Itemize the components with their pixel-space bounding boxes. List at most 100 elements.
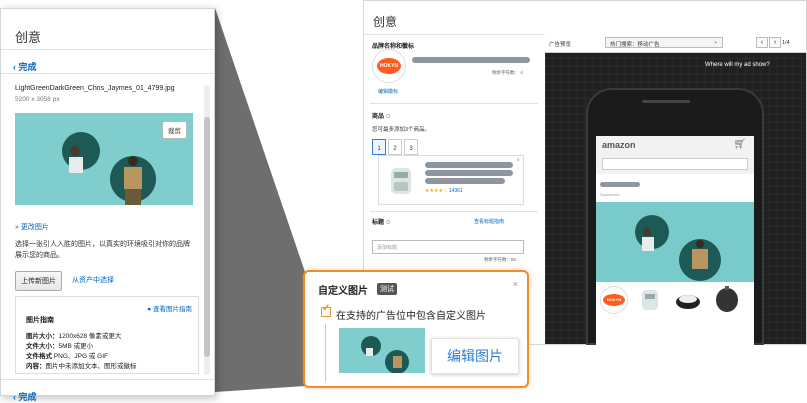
pressure-cooker-icon — [716, 286, 738, 312]
panel-title: 创意 — [15, 30, 42, 45]
star-rating: ★★★★☆ 14361 — [425, 188, 463, 194]
close-icon[interactable]: × — [516, 158, 520, 164]
brand-logo-text: HOKYN — [377, 58, 401, 74]
done-label: 完成 — [18, 62, 37, 72]
preview-label: 广告预览 — [549, 42, 572, 48]
change-image-link[interactable]: » 更改图片 — [15, 222, 49, 232]
prev-button[interactable]: ‹ — [756, 37, 768, 48]
lifestyle-photo — [339, 328, 425, 373]
edit-logo-link[interactable]: 编辑徽标 — [378, 88, 398, 95]
callout-title: 自定义图片 — [318, 286, 368, 297]
page-indicator: 1/4 — [782, 40, 790, 46]
guideline-value: 图片中未添加文本、图形或徽标 — [45, 363, 137, 370]
headline-section-label: 标题 ⊙ — [372, 217, 391, 226]
guideline-key: 图片大小： — [26, 333, 59, 340]
product-tab-1[interactable]: 1 — [372, 139, 386, 155]
guideline-row: 内容：图片中未添加文本、图形或徽标 — [26, 360, 137, 370]
guidelines-title: 图片指南 — [26, 317, 54, 324]
crop-button[interactable]: 裁剪 — [162, 121, 187, 139]
phone-speaker — [642, 100, 690, 103]
file-name: LightGreenDarkGreen_Chris_Jaymes_01_4799… — [15, 85, 175, 92]
cart-icon: 🛒︎ — [733, 139, 746, 150]
product-title-bar — [425, 162, 513, 168]
guidelines-link-label: 查看图片指南 — [153, 306, 192, 313]
char-count: 剩余字符数： 4 — [492, 70, 523, 75]
divider — [1, 49, 214, 50]
divider — [370, 211, 538, 212]
image-description: 选择一张引人入胜的图片，以真实的环境吸引对你的品牌展示您的商品。 — [15, 241, 190, 259]
guideline-key: 内容： — [26, 363, 46, 370]
product-title-bar — [425, 178, 505, 184]
placement-select[interactable]: 热门搜索：移动广告 ⌄ — [605, 37, 723, 48]
product-section-label: 商品 ⊙ — [372, 111, 391, 120]
product-label: 商品 — [372, 114, 385, 120]
chevron-down-icon: ⌄ — [713, 39, 718, 45]
product-image — [383, 160, 419, 200]
guidelines-link[interactable]: ● 查看图片指南 — [147, 303, 192, 313]
product-card: ★★★★☆ 14361 × — [378, 155, 524, 205]
phone-screen: amazon 🛒︎ Sponsored HOKYN — [596, 136, 754, 345]
indent-line — [325, 324, 326, 382]
info-icon: ● — [147, 306, 152, 313]
brand-name-field[interactable] — [412, 57, 530, 63]
ad-custom-image — [596, 202, 754, 282]
char-count-label: 剩余字符数： — [492, 70, 519, 75]
product-title-bar — [425, 170, 513, 176]
guideline-row: 图片大小：1200x628 像素或更大 — [26, 330, 121, 340]
rating-count: 14361 — [448, 188, 463, 194]
left-image-panel: 创意 ‹ 完成 LightGreenDarkGreen_Chris_Jaymes… — [0, 8, 215, 402]
next-button[interactable]: › — [769, 37, 781, 48]
where-ad-shows-link[interactable]: Where will my ad show? — [705, 62, 770, 68]
edit-image-button[interactable]: 编辑图片 — [431, 338, 519, 374]
guideline-value: 5MB 或更小 — [58, 343, 94, 350]
upload-button[interactable]: 上传新图片 — [15, 271, 62, 291]
guideline-key: 文件格式 — [26, 353, 52, 360]
change-image-label: 更改图片 — [20, 224, 49, 231]
image-dimensions: 5200 x 3058 px — [15, 96, 60, 103]
close-icon[interactable]: × — [513, 279, 518, 289]
guideline-row: 文件大小：5MB 或更小 — [26, 340, 93, 350]
brand-name-bar — [600, 182, 640, 187]
checkmark-icon: ✓ — [322, 303, 331, 314]
guideline-row: 文件格式 PNG、JPG 或 GIF — [26, 350, 108, 360]
amazon-header: amazon 🛒︎ — [596, 136, 754, 174]
checkbox-label: 在支持的广告位中包含自定义图片 — [336, 311, 486, 322]
air-fryer-icon — [642, 290, 658, 310]
done-label: 完成 — [18, 392, 37, 402]
divider — [370, 103, 538, 104]
scrollbar-thumb[interactable] — [204, 117, 210, 357]
image-guidelines-box: ● 查看图片指南 图片指南 图片大小：1200x628 像素或更大 文件大小：5… — [15, 296, 199, 374]
info-icon: ⊙ — [385, 114, 391, 120]
headline-label: 标题 — [372, 220, 385, 226]
selected-image: 裁剪 — [15, 113, 193, 205]
window-title: 创意 — [373, 15, 398, 29]
custom-image-thumbnail — [339, 328, 425, 373]
placement-select-value: 热门搜索：移动广告 — [610, 42, 660, 48]
grill-icon — [676, 295, 700, 309]
air-fryer-icon — [391, 168, 411, 194]
done-link-bottom[interactable]: ‹ 完成 — [13, 390, 37, 403]
amazon-logo: amazon — [602, 140, 636, 150]
done-link[interactable]: ‹ 完成 — [13, 60, 37, 73]
ad-product-row: HOKYN — [596, 282, 754, 318]
guideline-value: PNG、JPG 或 GIF — [53, 353, 108, 360]
headline-char-count: 剩余字符数：50 — [484, 257, 517, 262]
select-from-assets-link[interactable]: 从资产中选择 — [72, 275, 114, 285]
preview-header: 广告预览 热门搜索：移动广告 ⌄ ‹ › 1/4 — [545, 34, 806, 53]
amazon-search-field — [602, 158, 748, 170]
beta-badge: 测试 — [377, 283, 397, 295]
product-tab-2[interactable]: 2 — [388, 139, 402, 155]
product-tab-3[interactable]: 3 — [404, 139, 418, 155]
brand-logo[interactable]: HOKYN — [372, 49, 406, 83]
guideline-value: 1200x628 像素或更大 — [58, 333, 122, 340]
headline-guide-link[interactable]: 查看标题指南 — [474, 218, 504, 225]
preview-brand-logo-text: HOKYN — [603, 294, 625, 306]
preview-brand-logo: HOKYN — [600, 286, 628, 314]
lifestyle-photo — [596, 202, 754, 282]
product-hint: 您可最多添加3个商品。 — [372, 127, 431, 133]
headline-input[interactable]: 添加标题 — [372, 240, 524, 254]
divider — [1, 73, 214, 74]
custom-image-callout: 自定义图片 测试 × ✓ 在支持的广告位中包含自定义图片 编辑图片 — [303, 270, 529, 388]
sponsored-label: Sponsored — [600, 192, 620, 197]
divider — [1, 379, 214, 380]
